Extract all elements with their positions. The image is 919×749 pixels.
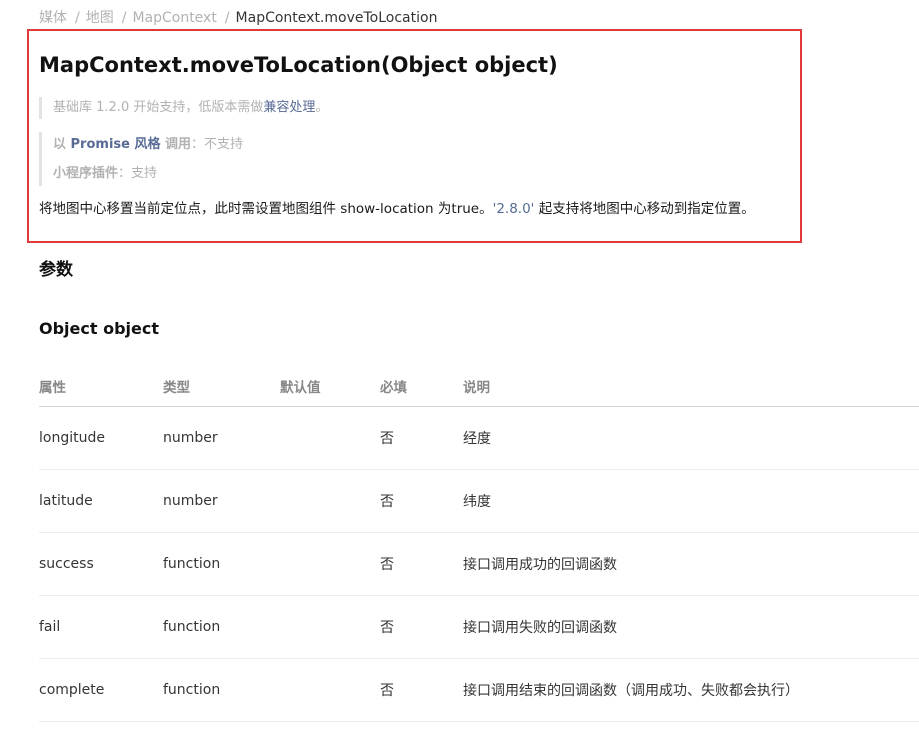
base-lib-text: 基础库 1.2.0 开始支持，低版本需做: [53, 100, 264, 115]
cell-desc: 纬度: [463, 469, 919, 533]
cell-type: number: [163, 469, 280, 533]
plugin-label: 小程序插件: [53, 166, 119, 181]
promise-support-line: 以 Promise 风格 调用：不支持: [53, 132, 243, 158]
api-description: 将地图中心移置当前定位点，此时需设置地图组件 show-location 为tr…: [39, 199, 755, 219]
params-table: 属性 类型 默认值 必填 说明 longitude number 否 经度 la…: [39, 365, 919, 722]
cell-default: [280, 658, 380, 722]
cell-attr: complete: [39, 658, 163, 722]
cell-desc: 接口调用成功的回调函数: [463, 532, 919, 596]
table-row: success function 否 接口调用成功的回调函数: [39, 532, 919, 596]
plugin-support-line: 小程序插件：支持: [53, 161, 243, 187]
cell-attr: latitude: [39, 469, 163, 533]
cell-required: 否: [380, 469, 463, 533]
breadcrumb-item-map[interactable]: 地图: [86, 10, 114, 26]
table-row: fail function 否 接口调用失败的回调函数: [39, 595, 919, 659]
breadcrumb-item-mapcontext[interactable]: MapContext: [132, 10, 216, 26]
cell-type: function: [163, 658, 280, 722]
base-lib-suffix: 。: [315, 100, 329, 115]
plugin-value: ：支持: [118, 166, 158, 181]
cell-type: function: [163, 595, 280, 659]
cell-default: [280, 406, 380, 470]
header-type: 类型: [163, 365, 280, 407]
cell-required: 否: [380, 532, 463, 596]
support-note: 以 Promise 风格 调用：不支持 小程序插件：支持: [39, 132, 243, 186]
header-required: 必填: [380, 365, 463, 407]
cell-default: [280, 595, 380, 659]
header-default: 默认值: [280, 365, 380, 407]
compat-link[interactable]: 兼容处理: [263, 100, 315, 115]
cell-type: function: [163, 532, 280, 596]
description-main: 将地图中心移置当前定位点，此时需设置地图组件 show-location 为tr…: [39, 201, 493, 217]
promise-style-link[interactable]: Promise 风格: [71, 137, 161, 152]
doc-page: 媒体 / 地图 / MapContext / MapContext.moveToLocati…: [0, 0, 919, 749]
params-heading: 参数: [39, 260, 73, 280]
promise-value: ：不支持: [191, 137, 244, 152]
cell-desc: 经度: [463, 406, 919, 470]
cell-default: [280, 469, 380, 533]
cell-default: [280, 532, 380, 596]
cell-required: 否: [380, 595, 463, 659]
description-tail: 起支持将地图中心移动到指定位置。: [534, 201, 755, 217]
cell-attr: longitude: [39, 406, 163, 470]
header-desc: 说明: [463, 365, 919, 407]
breadcrumb-separator: /: [224, 10, 230, 26]
table-row: latitude number 否 纬度: [39, 469, 919, 533]
cell-desc: 接口调用失败的回调函数: [463, 595, 919, 659]
cell-type: number: [163, 406, 280, 470]
table-row: longitude number 否 经度: [39, 406, 919, 470]
page-title: MapContext.moveToLocation(Object object): [39, 53, 558, 77]
object-heading: Object object: [39, 319, 160, 338]
cell-required: 否: [380, 406, 463, 470]
cell-attr: fail: [39, 595, 163, 659]
breadcrumb-item-media[interactable]: 媒体: [39, 10, 67, 26]
table-header-row: 属性 类型 默认值 必填 说明: [39, 365, 919, 407]
promise-prefix: 以: [53, 137, 71, 152]
breadcrumb: 媒体 / 地图 / MapContext / MapContext.moveToLocati…: [39, 8, 437, 28]
breadcrumb-separator: /: [121, 10, 127, 26]
breadcrumb-separator: /: [75, 10, 80, 26]
breadcrumb-item-current: MapContext.moveToLocation: [235, 10, 438, 26]
version-code: '2.8.0': [492, 201, 535, 217]
cell-required: 否: [380, 658, 463, 722]
table-row: complete function 否 接口调用结束的回调函数（调用成功、失败都…: [39, 658, 919, 722]
header-attr: 属性: [39, 365, 163, 407]
promise-middle: 调用: [160, 137, 192, 152]
cell-attr: success: [39, 532, 163, 596]
base-lib-note: 基础库 1.2.0 开始支持，低版本需做兼容处理。: [39, 97, 328, 119]
cell-desc: 接口调用结束的回调函数（调用成功、失败都会执行）: [463, 658, 919, 722]
